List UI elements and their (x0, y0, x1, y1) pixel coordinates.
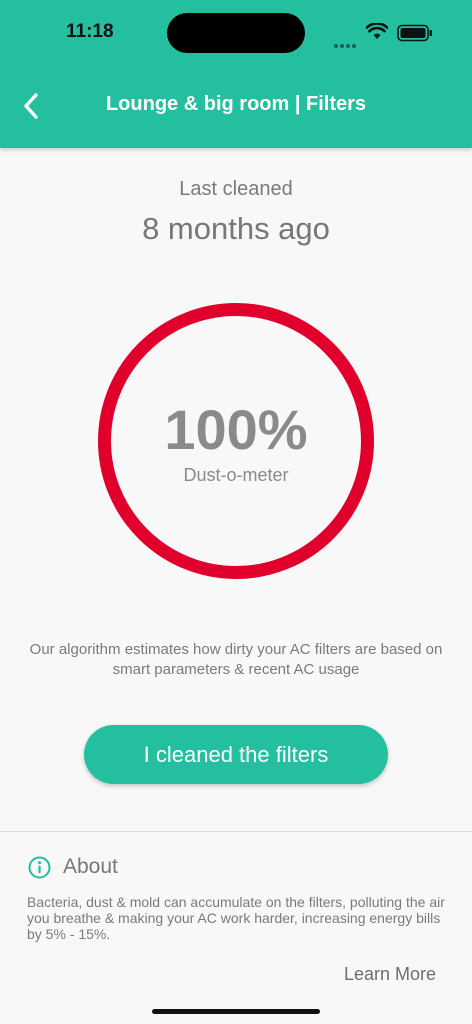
cellular-signal-icon (334, 35, 358, 53)
dynamic-island (167, 13, 305, 53)
dust-meter-gauge: 100% Dust-o-meter (98, 303, 374, 579)
cleaned-filters-button[interactable]: I cleaned the filters (84, 725, 388, 784)
last-cleaned-label: Last cleaned (179, 178, 293, 200)
section-divider (0, 831, 472, 832)
dust-meter-value: 100% (164, 398, 308, 461)
screen-title: Lounge & big room | Filters (105, 93, 367, 115)
battery-icon (397, 24, 432, 42)
home-indicator (152, 1009, 320, 1014)
dust-meter-label: Dust-o-meter (183, 465, 289, 485)
algorithm-description: Our algorithm estimates how dirty your A… (29, 641, 443, 678)
app-header: 11:18 Lounge & big room | Filters (0, 0, 472, 148)
learn-more-link[interactable]: Learn More (344, 964, 436, 985)
status-time: 11:18 (66, 21, 114, 42)
wifi-icon (366, 23, 388, 39)
last-cleaned-value: 8 months ago (142, 211, 330, 246)
about-title: About (63, 855, 118, 878)
info-icon (28, 856, 51, 879)
about-text: Bacteria, dust & mold can accumulate on … (27, 894, 445, 942)
